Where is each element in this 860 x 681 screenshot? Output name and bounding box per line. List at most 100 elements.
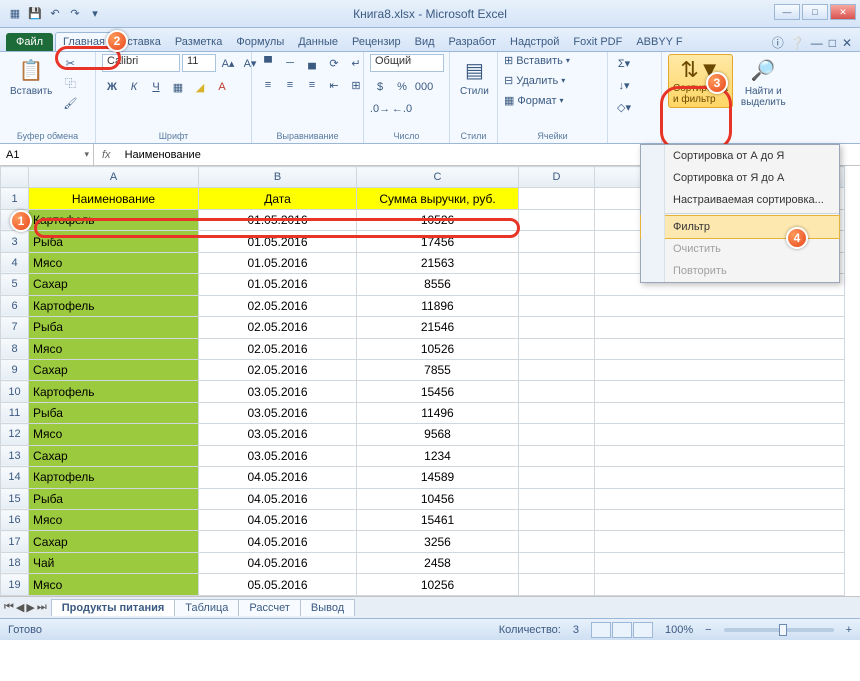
header-cell-a[interactable]: Наименование [29,188,199,209]
sheet-nav-last-icon[interactable]: ⏭ [37,601,47,614]
cell-c[interactable]: 21563 [357,252,519,273]
cell-a[interactable]: Картофель [29,381,199,402]
cell-c[interactable]: 9568 [357,424,519,445]
cell-a[interactable]: Мясо [29,252,199,273]
cell-b[interactable]: 03.05.2016 [199,381,357,402]
cell-b[interactable]: 04.05.2016 [199,552,357,573]
indent-less-icon[interactable]: ⇤ [324,76,344,94]
dec-decimal-icon[interactable]: ←.0 [392,100,412,118]
paste-button[interactable]: 📋 Вставить [6,54,56,99]
cell-a[interactable]: Рыба [29,488,199,509]
cell-a[interactable]: Рыба [29,402,199,423]
row-header[interactable]: 13 [1,445,29,466]
cell-a[interactable]: Картофель [29,467,199,488]
copy-icon[interactable]: ⿻ [60,74,80,92]
cell-a[interactable]: Мясо [29,424,199,445]
table-row[interactable]: 16Мясо04.05.201615461 [1,510,845,531]
row-header[interactable]: 12 [1,424,29,445]
sheet-nav-next-icon[interactable]: ▶ [26,601,34,614]
align-center-icon[interactable]: ≡ [280,76,300,94]
row-header[interactable]: 18 [1,552,29,573]
number-format-select[interactable]: Общий [370,54,444,72]
table-row[interactable]: 13Сахар03.05.20161234 [1,445,845,466]
col-header-d[interactable]: D [519,167,595,188]
menu-custom-sort[interactable]: ▤Настраиваемая сортировка... [641,189,839,211]
sheet-tab-active[interactable]: Продукты питания [51,599,176,616]
cell-c[interactable]: 17456 [357,231,519,252]
sheet-nav-prev-icon[interactable]: ◀ [16,601,24,614]
tab-developer[interactable]: Разработ [442,33,503,51]
cell-b[interactable]: 04.05.2016 [199,467,357,488]
zoom-level[interactable]: 100% [665,624,693,636]
insert-cells-button[interactable]: Вставить [516,55,563,67]
zoom-out-icon[interactable]: − [705,624,711,636]
cell-a[interactable]: Рыба [29,317,199,338]
menu-sort-za[interactable]: Я↓Сортировка от Я до А [641,167,839,189]
cell-a[interactable]: Сахар [29,531,199,552]
align-right-icon[interactable]: ≡ [302,76,322,94]
table-row[interactable]: 11Рыба03.05.201611496 [1,402,845,423]
table-row[interactable]: 8Мясо02.05.201610526 [1,338,845,359]
row-header[interactable]: 16 [1,510,29,531]
table-row[interactable]: 18Чай04.05.20162458 [1,552,845,573]
merge-icon[interactable]: ⊞ [346,76,366,94]
header-cell-c[interactable]: Сумма выручки, руб. [357,188,519,209]
col-header-b[interactable]: B [199,167,357,188]
cell-c[interactable]: 8556 [357,274,519,295]
cell-a[interactable]: Рыба [29,231,199,252]
cell-a[interactable]: Мясо [29,510,199,531]
cell-a[interactable]: Картофель [29,295,199,316]
sheet-tab-1[interactable]: Таблица [174,599,239,616]
row-header[interactable]: 8 [1,338,29,359]
cell-b[interactable]: 02.05.2016 [199,359,357,380]
row-header[interactable]: 5 [1,274,29,295]
cell-c[interactable]: 14589 [357,467,519,488]
tab-review[interactable]: Рецензир [345,33,408,51]
row-header[interactable]: 3 [1,231,29,252]
row-header[interactable]: 19 [1,574,29,596]
cell-c[interactable]: 11896 [357,295,519,316]
find-select-button[interactable]: 🔎 Найти и выделить [737,54,790,110]
autosum-icon[interactable]: Σ▾ [614,54,634,72]
tab-layout[interactable]: Разметка [168,33,230,51]
sheet-tab-3[interactable]: Вывод [300,599,355,616]
cell-c[interactable]: 15456 [357,381,519,402]
cell-c[interactable]: 2458 [357,552,519,573]
format-cells-button[interactable]: Формат [517,95,556,107]
table-row[interactable]: 7Рыба02.05.201621546 [1,317,845,338]
tab-home[interactable]: Главная [55,32,113,51]
row-header[interactable]: 1 [1,188,29,209]
format-painter-icon[interactable]: 🖌 [60,94,80,112]
cell-b[interactable]: 03.05.2016 [199,424,357,445]
bold-button[interactable]: Ж [102,78,122,96]
font-size-select[interactable]: 11 [182,54,216,72]
header-cell-b[interactable]: Дата [199,188,357,209]
table-row[interactable]: 15Рыба04.05.201610456 [1,488,845,509]
table-row[interactable]: 9Сахар02.05.20167855 [1,359,845,380]
cut-icon[interactable]: ✂ [60,54,80,72]
row-header[interactable]: 6 [1,295,29,316]
currency-icon[interactable]: $ [370,78,390,96]
row-header[interactable]: 17 [1,531,29,552]
doc-max-icon[interactable]: □ [829,36,836,50]
cell-b[interactable]: 01.05.2016 [199,209,357,230]
cell-c[interactable]: 11496 [357,402,519,423]
fill-icon[interactable]: ↓▾ [614,76,634,94]
fx-icon[interactable]: fx [94,149,119,161]
cell-c[interactable]: 10256 [357,574,519,596]
qat-more-icon[interactable]: ▾ [86,5,104,23]
cell-b[interactable]: 01.05.2016 [199,231,357,252]
cell-b[interactable]: 01.05.2016 [199,274,357,295]
redo-icon[interactable]: ↷ [66,5,84,23]
menu-sort-az[interactable]: A↓Сортировка от А до Я [641,145,839,167]
row-header[interactable]: 15 [1,488,29,509]
tab-foxit[interactable]: Foxit PDF [566,33,629,51]
font-name-select[interactable]: Calibri [102,54,180,72]
cell-c[interactable]: 1234 [357,445,519,466]
table-row[interactable]: 19Мясо05.05.201610256 [1,574,845,596]
orientation-icon[interactable]: ⟳ [324,54,344,72]
cell-a[interactable]: Мясо [29,338,199,359]
zoom-slider[interactable] [724,628,834,632]
cell-a[interactable]: Сахар [29,359,199,380]
tab-view[interactable]: Вид [408,33,442,51]
